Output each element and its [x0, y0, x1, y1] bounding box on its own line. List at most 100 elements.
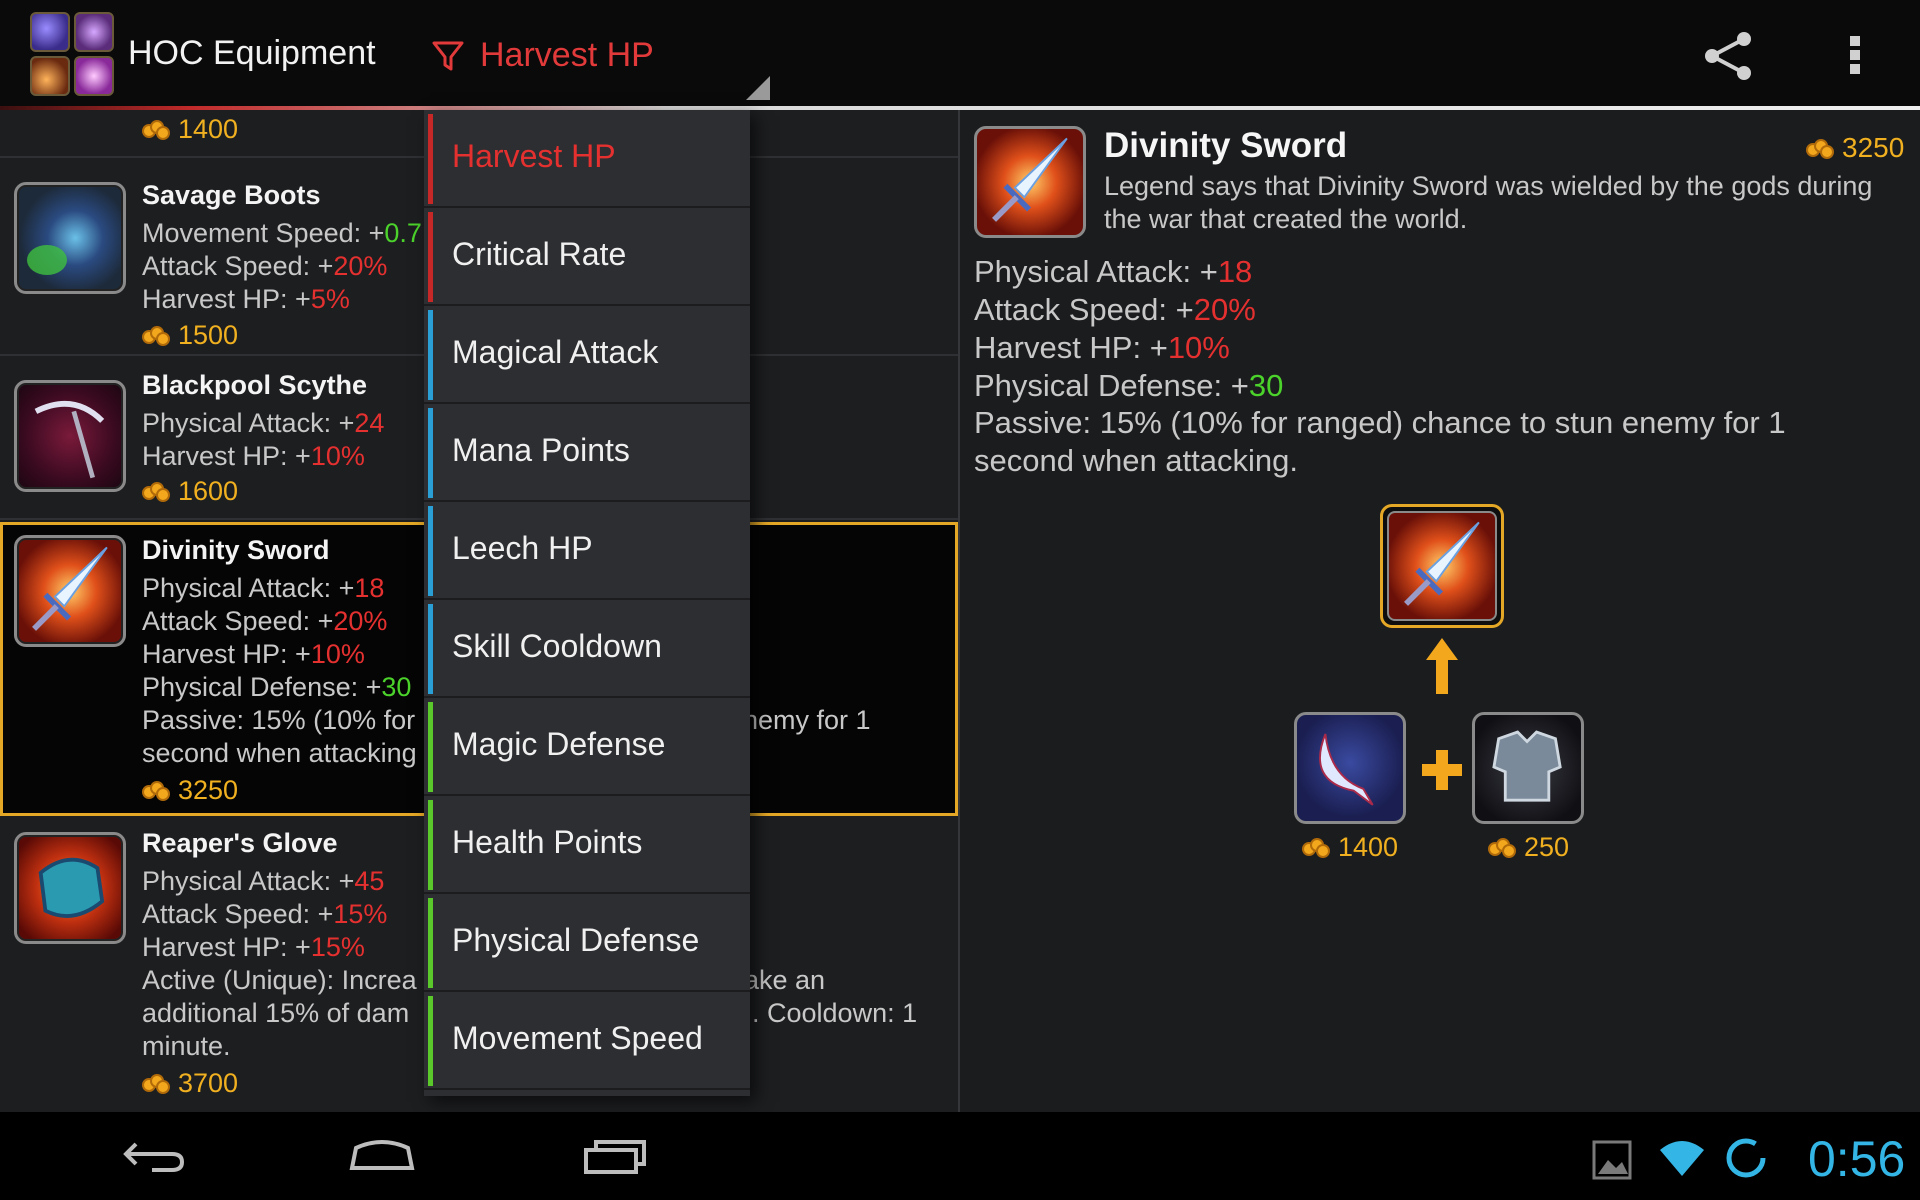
dropdown-item-label: Harvest HP [452, 138, 616, 174]
home-icon[interactable] [348, 1138, 416, 1172]
filter-icon [432, 41, 464, 71]
dropdown-item-label: Mana Points [452, 432, 630, 468]
recipe-price: 1400 [1302, 832, 1398, 863]
category-bar [428, 800, 433, 890]
recipe-result-item[interactable] [1380, 504, 1504, 628]
blackpool-scythe-icon [14, 380, 126, 492]
item-stat: Movement Speed: +0.7 [142, 218, 422, 248]
gold-coin-icon [142, 1072, 172, 1094]
item-price: 1500 [142, 320, 238, 351]
item-stat: Harvest HP: +5% [142, 284, 350, 314]
item-passive: second when attacking [142, 738, 417, 768]
detail-stat: Physical Defense: +30 [974, 368, 1284, 403]
detail-stat: Attack Speed: +20% [974, 292, 1256, 327]
recipe-price: 250 [1488, 832, 1569, 863]
item-stat: Attack Speed: +20% [142, 251, 388, 281]
divinity-sword-icon [14, 535, 126, 647]
sync-spinner-icon [1726, 1138, 1766, 1178]
dropdown-item-label: Movement Speed [452, 1020, 703, 1056]
spinner-triangle-icon [746, 76, 770, 100]
system-nav-bar: 0:56 [0, 1112, 1920, 1200]
recipe-component-armor[interactable] [1472, 712, 1584, 824]
divinity-sword-icon [1387, 511, 1497, 621]
item-stat: Attack Speed: +20% [142, 606, 388, 636]
item-stat: Physical Attack: +18 [142, 573, 385, 603]
recipe-component-scimitar[interactable] [1294, 712, 1406, 824]
item-price: 3250 [142, 775, 238, 806]
item-stat: Physical Defense: +30 [142, 672, 412, 702]
item-name: Blackpool Scythe [142, 370, 368, 400]
gold-coin-icon [142, 779, 172, 801]
item-stat: Harvest HP: +10% [142, 441, 365, 471]
dropdown-item-label: Skill Cooldown [452, 628, 662, 664]
item-stat: Harvest HP: +15% [142, 932, 365, 962]
app-icon-tile [74, 56, 114, 96]
up-arrow-icon [1426, 638, 1458, 694]
savage-boots-icon [14, 182, 126, 294]
app-title: HOC Equipment [128, 34, 376, 72]
plus-icon [1422, 750, 1462, 790]
gold-coin-icon [1806, 137, 1836, 159]
dropdown-item-skill-cooldown[interactable]: Skill Cooldown [424, 600, 750, 698]
category-bar [428, 408, 433, 498]
dropdown-item-physical-defense[interactable]: Physical Defense [424, 894, 750, 992]
category-bar [428, 212, 433, 302]
category-bar [428, 604, 433, 694]
category-bar [428, 506, 433, 596]
item-price: 1400 [142, 114, 238, 145]
action-bar: HOC Equipment Harvest HP [0, 0, 1920, 110]
category-bar [428, 310, 433, 400]
dropdown-item-health-points[interactable]: Health Points [424, 796, 750, 894]
reapers-glove-icon [14, 832, 126, 944]
gold-coin-icon [142, 118, 172, 140]
back-icon[interactable] [122, 1138, 186, 1174]
category-bar [428, 114, 433, 204]
wifi-icon [1660, 1141, 1704, 1176]
app-icon-tile [74, 12, 114, 52]
app-icon[interactable] [30, 12, 116, 96]
category-bar [428, 898, 433, 988]
dropdown-item-harvest-hp[interactable]: Harvest HP [424, 110, 750, 208]
dropdown-item-leech-hp[interactable]: Leech HP [424, 502, 750, 600]
dropdown-item-label: Health Points [452, 824, 643, 860]
dropdown-item-label: Magical Attack [452, 334, 659, 370]
detail-title: Divinity Sword [1104, 126, 1348, 165]
clock: 0:56 [1808, 1131, 1906, 1187]
item-price: 3700 [142, 1068, 238, 1099]
detail-stat: Harvest HP: +10% [974, 330, 1230, 365]
overflow-menu-icon[interactable] [1840, 30, 1870, 80]
dropdown-item-label: Critical Rate [452, 236, 627, 272]
category-bar [428, 702, 433, 792]
item-passive: nemy for 1 [743, 705, 871, 735]
item-stat: Physical Attack: +24 [142, 408, 385, 438]
divinity-sword-icon [974, 126, 1086, 238]
category-bar [428, 996, 433, 1086]
item-stat: Physical Attack: +45 [142, 866, 385, 896]
detail-pane: Divinity Sword 3250 Legend says that Div… [960, 110, 1920, 1112]
app-icon-tile [30, 12, 70, 52]
filter-dropdown[interactable]: Harvest HP Critical Rate Magical Attack … [424, 110, 750, 1096]
image-notification-icon [1592, 1140, 1632, 1180]
item-active: additional 15% of dam [142, 998, 410, 1028]
item-active: . Cooldown: 1 [752, 998, 918, 1028]
dropdown-item-label: Physical Defense [452, 922, 700, 958]
gold-coin-icon [142, 480, 172, 502]
item-price: 1600 [142, 476, 238, 507]
detail-stat: Physical Attack: +18 [974, 254, 1253, 289]
dropdown-item-label: Leech HP [452, 530, 593, 566]
detail-passive: Passive: 15% (10% for ranged) chance to … [974, 405, 1786, 478]
gold-coin-icon [1488, 836, 1518, 858]
detail-price: 3250 [1806, 132, 1904, 164]
item-active: Active (Unique): Increa [142, 965, 417, 995]
share-icon[interactable] [1700, 30, 1756, 82]
dropdown-item-critical-rate[interactable]: Critical Rate [424, 208, 750, 306]
dropdown-item-magical-attack[interactable]: Magical Attack [424, 306, 750, 404]
dropdown-item-movement-speed[interactable]: Movement Speed [424, 992, 750, 1090]
gold-coin-icon [142, 324, 172, 346]
filter-spinner[interactable]: Harvest HP [430, 26, 770, 102]
filter-label: Harvest HP [480, 36, 654, 74]
recent-apps-icon[interactable] [582, 1138, 648, 1174]
dropdown-item-mana-points[interactable]: Mana Points [424, 404, 750, 502]
dropdown-item-magic-defense[interactable]: Magic Defense [424, 698, 750, 796]
item-name: Savage Boots [142, 180, 321, 210]
